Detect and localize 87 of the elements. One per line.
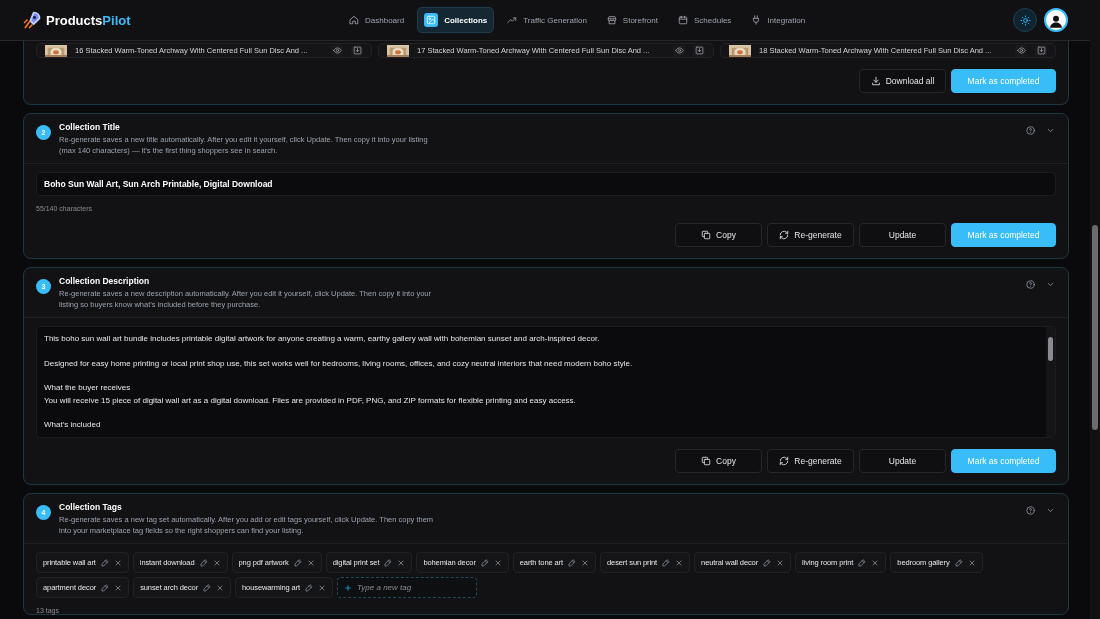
section-title: Collection Description <box>59 276 151 286</box>
description-paragraph: Designed for easy home printing or local print shop use, this set works well for bedrooms, living rooms, offices, and cozy neutral interiors that need modern boho style. <box>44 357 634 370</box>
description-paragraph: This boho sun wall art bundle includes printable digital artwork for anyone creating a warm, earthy gallery wall with bohemian sunset and arch-inspired decor. <box>44 333 601 345</box>
image-icon <box>426 15 437 25</box>
pencil-icon <box>480 558 489 567</box>
download-icon <box>694 46 704 55</box>
eye-icon <box>332 46 342 55</box>
pencil-icon <box>203 583 212 592</box>
copy-icon <box>701 230 712 240</box>
pencil-icon <box>293 558 302 567</box>
page-scrollbar[interactable] <box>1090 0 1100 619</box>
store-icon <box>606 15 617 25</box>
pencil-icon <box>568 558 576 567</box>
refresh-icon <box>779 456 790 466</box>
pencil-icon <box>384 558 393 567</box>
help-icon <box>1025 505 1035 515</box>
close-icon <box>675 558 684 567</box>
help-button[interactable] <box>1024 278 1036 290</box>
nav-tab[interactable]: Integration <box>744 9 813 31</box>
regenerate-button[interactable]: Re-generate <box>767 449 854 473</box>
section-title: Collection Tags <box>59 502 123 512</box>
close-icon <box>581 558 589 567</box>
eye-icon <box>674 46 684 55</box>
close-icon <box>212 558 221 567</box>
close-icon <box>318 583 327 592</box>
download-icon <box>1036 46 1046 55</box>
scrollbar[interactable] <box>1046 327 1055 437</box>
close-icon <box>776 558 785 567</box>
close-icon <box>397 558 406 567</box>
preview-button[interactable] <box>331 44 343 57</box>
home-icon <box>349 15 359 25</box>
close-icon <box>871 558 880 567</box>
pencil-icon <box>199 558 208 567</box>
sun-icon <box>1019 14 1031 26</box>
preview-button[interactable] <box>673 44 685 57</box>
download-button[interactable] <box>351 44 363 57</box>
copy-icon <box>701 456 712 466</box>
pencil-icon <box>763 558 772 567</box>
pencil-icon <box>305 583 314 592</box>
pencil-icon <box>100 558 109 567</box>
rocket-icon <box>22 10 42 30</box>
download-all-button[interactable]: Download all <box>859 69 946 93</box>
trend-up-icon <box>507 15 518 25</box>
close-icon <box>114 583 123 592</box>
refresh-icon <box>779 230 790 240</box>
eye-icon <box>1016 46 1026 55</box>
help-icon <box>1025 125 1035 135</box>
help-button[interactable] <box>1024 504 1036 516</box>
user-avatar[interactable] <box>1044 8 1068 32</box>
close-icon <box>493 558 502 567</box>
pencil-icon <box>662 558 671 567</box>
pencil-icon <box>954 558 963 567</box>
nav-tab[interactable]: Schedules <box>671 9 739 31</box>
regenerate-button[interactable]: Re-generate <box>767 223 854 247</box>
app-logo-text: ProductsPilot <box>46 12 131 28</box>
description-field[interactable] <box>36 326 1056 438</box>
nav-tab[interactable]: Storefront <box>599 9 665 31</box>
nav-tab[interactable]: Collections <box>417 7 495 33</box>
close-icon <box>306 558 315 567</box>
calendar-icon <box>678 15 688 25</box>
copy-button[interactable]: Copy <box>675 223 762 247</box>
plus-icon <box>344 583 353 592</box>
theme-toggle-button[interactable] <box>1013 8 1037 32</box>
close-icon <box>967 558 976 567</box>
nav-tab[interactable]: Traffic Generation <box>500 9 594 31</box>
title-field[interactable]: Boho Sun Wall Art, Sun Arch Printable, Digital Download <box>36 172 1056 196</box>
new-tag-field[interactable]: Type a new tag <box>337 577 478 598</box>
plug-icon <box>751 15 762 25</box>
help-button[interactable] <box>1024 124 1036 136</box>
pencil-icon <box>858 558 867 567</box>
pencil-icon <box>101 583 110 592</box>
update-button[interactable]: Update <box>859 449 946 473</box>
close-icon <box>216 583 225 592</box>
close-icon <box>113 558 122 567</box>
help-icon <box>1025 279 1035 289</box>
section-title: Collection Title <box>59 122 121 132</box>
preview-button[interactable] <box>1015 44 1027 57</box>
nav-tab[interactable]: Dashboard <box>342 9 412 31</box>
download-button[interactable] <box>693 44 705 57</box>
download-button[interactable] <box>1035 44 1047 57</box>
copy-button[interactable]: Copy <box>675 449 762 473</box>
download-icon <box>870 76 881 86</box>
download-icon <box>352 46 362 55</box>
tag-text-input[interactable]: Type a new tag <box>357 583 468 592</box>
description-paragraph: What’s included <box>44 419 102 431</box>
description-paragraph: What the buyer receives You will receive 15 piece of digital wall art as a digital download. Files are provided in PDF, PNG, and ZIP formats for flexible printing and easy access. <box>44 382 577 407</box>
update-button[interactable]: Update <box>859 223 946 247</box>
